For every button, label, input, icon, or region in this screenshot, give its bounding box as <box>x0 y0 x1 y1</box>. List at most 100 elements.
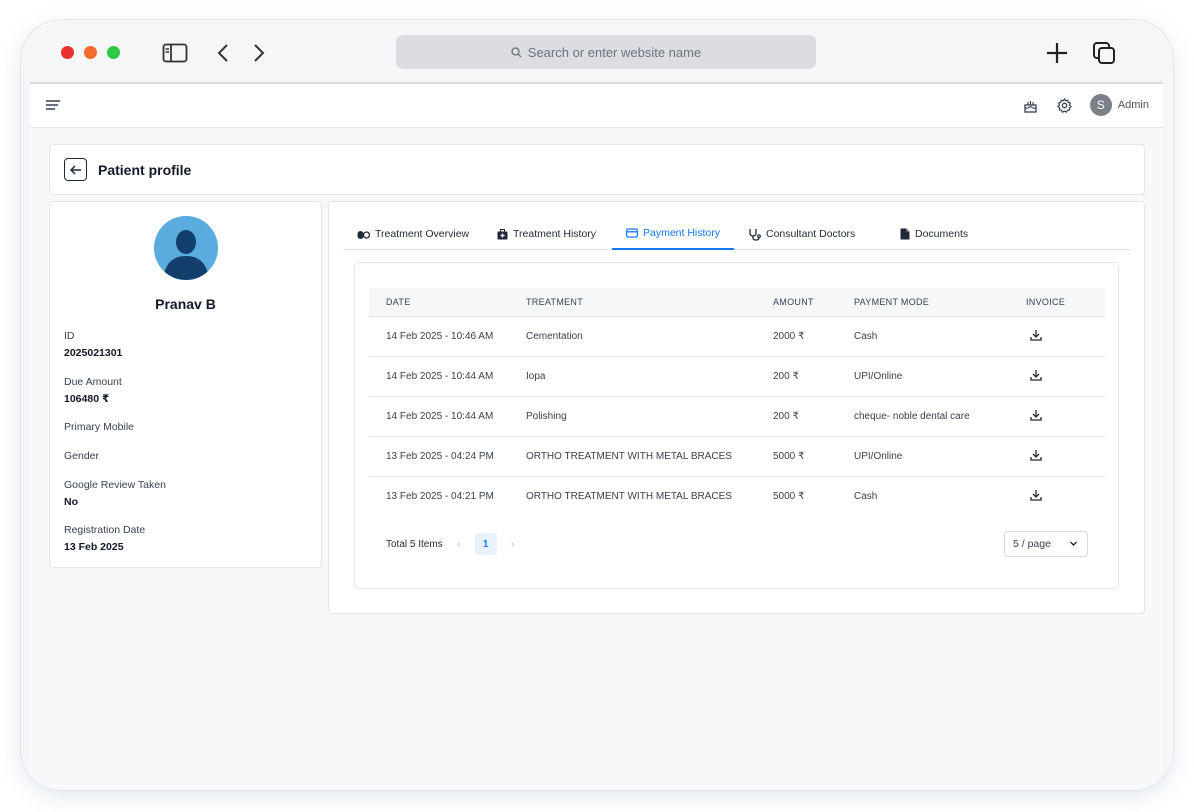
url-placeholder: Search or enter website name <box>527 44 702 60</box>
page-number-button[interactable]: 1 <box>474 533 497 555</box>
cell-date: 14 Feb 2025 - 10:44 AM <box>369 356 526 397</box>
browser-window: Search or enter website name S Admin Pat… <box>21 20 1173 790</box>
field-label: ID <box>64 330 75 342</box>
cell-invoice <box>1026 476 1105 516</box>
field-label: Registration Date <box>64 524 146 536</box>
payment-history-panel: DATE TREATMENT AMOUNT PAYMENT MODE INVOI… <box>354 262 1119 589</box>
medical-kit-icon <box>497 228 508 239</box>
field-due-amount: Due Amount 106480 ₹ <box>64 376 122 405</box>
table-row: 14 Feb 2025 - 10:44 AM Iopa 200 ₹ UPI/On… <box>369 356 1105 397</box>
pagination: Total 5 Items ‹ 1 › <box>386 533 523 555</box>
total-items-label: Total 5 Items <box>386 538 443 550</box>
payment-history-table: DATE TREATMENT AMOUNT PAYMENT MODE INVOI… <box>369 288 1105 516</box>
field-label: Primary Mobile <box>64 421 135 433</box>
download-icon[interactable] <box>1030 329 1042 344</box>
close-window-button[interactable] <box>61 46 74 59</box>
patient-profile-card: Pranav B ID 2025021301 Due Amount 106480… <box>49 201 322 568</box>
url-bar[interactable]: Search or enter website name <box>396 35 816 69</box>
column-header-payment-mode[interactable]: PAYMENT MODE <box>854 288 1026 317</box>
back-arrow-icon[interactable] <box>210 40 236 66</box>
credit-card-icon <box>626 228 638 238</box>
field-label: Google Review Taken <box>64 479 166 491</box>
tab-payment-history[interactable]: Payment History <box>612 218 735 250</box>
download-icon[interactable] <box>1030 369 1042 384</box>
cell-date: 14 Feb 2025 - 10:44 AM <box>369 396 526 437</box>
cell-invoice <box>1026 356 1105 397</box>
settings-gear-icon[interactable] <box>1054 94 1076 116</box>
table-row: 14 Feb 2025 - 10:46 AM Cementation 2000 … <box>369 316 1105 357</box>
column-header-amount[interactable]: AMOUNT <box>773 288 854 317</box>
tab-treatment-history[interactable]: Treatment History <box>483 218 610 250</box>
cell-amount: 200 ₹ <box>773 396 854 437</box>
app-viewport: S Admin Patient profile Pranav B ID 2025… <box>30 82 1163 790</box>
cell-treatment: Polishing <box>526 396 773 437</box>
cell-treatment: Iopa <box>526 356 773 397</box>
cell-treatment: Cementation <box>526 316 773 357</box>
user-role-label[interactable]: Admin <box>1118 99 1149 111</box>
cell-amount: 2000 ₹ <box>773 316 854 357</box>
user-avatar[interactable]: S <box>1089 94 1112 116</box>
patient-name: Pranav B <box>155 296 216 312</box>
field-value: 13 Feb 2025 <box>64 541 124 553</box>
tab-documents[interactable]: Documents <box>886 218 982 250</box>
field-label: Due Amount <box>64 376 122 388</box>
browser-chrome: Search or enter website name <box>21 20 1173 82</box>
sidebar-toggle-icon[interactable] <box>162 40 188 66</box>
patient-details-card: Treatment Overview Treatment History Pay… <box>328 201 1145 614</box>
forward-arrow-icon[interactable] <box>246 40 272 66</box>
column-header-invoice[interactable]: INVOICE <box>1026 288 1105 317</box>
field-id: ID 2025021301 <box>64 330 122 359</box>
maximize-window-button[interactable] <box>107 46 120 59</box>
table-row: 13 Feb 2025 - 04:21 PM ORTHO TREATMENT W… <box>369 476 1105 516</box>
cell-invoice <box>1026 436 1105 477</box>
tab-label: Treatment Overview <box>375 228 470 240</box>
page-size-select[interactable]: 5 / page <box>1004 531 1088 557</box>
menu-icon[interactable] <box>46 98 60 116</box>
cell-date: 13 Feb 2025 - 04:21 PM <box>386 490 494 502</box>
page-header: Patient profile <box>49 144 1145 195</box>
next-page-icon[interactable]: › <box>503 539 523 550</box>
stethoscope-icon <box>749 228 761 241</box>
tab-label: Payment History <box>643 227 721 239</box>
field-google-review: Google Review Taken No <box>64 479 166 508</box>
cell-date: 14 Feb 2025 - 10:46 AM <box>369 316 526 357</box>
tab-overview-icon[interactable] <box>1091 40 1117 66</box>
field-value: No <box>64 496 78 508</box>
cell-amount: 5000 ₹ <box>773 436 854 477</box>
page-size-value: 5 / page <box>1013 538 1051 550</box>
download-icon[interactable] <box>1030 409 1042 424</box>
tab-consultant-doctors[interactable]: Consultant Doctors <box>734 218 869 250</box>
cell-invoice <box>1026 316 1105 357</box>
cell-treatment: ORTHO TREATMENT WITH METAL BRACES <box>526 436 773 477</box>
column-header-treatment[interactable]: TREATMENT <box>526 288 773 317</box>
column-header-date[interactable]: DATE <box>369 288 526 317</box>
tab-bar: Treatment Overview Treatment History Pay… <box>343 218 1131 250</box>
tab-label: Documents <box>915 228 969 240</box>
cell-amount: 5000 ₹ <box>773 490 805 502</box>
tab-treatment-overview[interactable]: Treatment Overview <box>343 218 483 250</box>
field-value: 106480 ₹ <box>64 393 110 405</box>
minimize-window-button[interactable] <box>84 46 97 59</box>
cell-date: 13 Feb 2025 - 04:24 PM <box>369 436 526 477</box>
cell-payment-mode: cheque- noble dental care <box>854 396 1026 437</box>
tab-label: Treatment History <box>513 228 597 240</box>
tab-label: Consultant Doctors <box>766 228 856 240</box>
chevron-down-icon <box>1069 539 1078 551</box>
new-tab-icon[interactable] <box>1044 40 1070 66</box>
field-label: Gender <box>64 450 100 462</box>
cell-payment-mode: UPI/Online <box>854 436 1026 477</box>
download-icon[interactable] <box>1030 489 1042 504</box>
previous-page-icon[interactable]: ‹ <box>449 539 469 550</box>
cell-payment-mode: Cash <box>854 490 878 502</box>
pills-icon <box>357 230 370 239</box>
table-row: 13 Feb 2025 - 04:24 PM ORTHO TREATMENT W… <box>369 436 1105 477</box>
table-row: 14 Feb 2025 - 10:44 AM Polishing 200 ₹ c… <box>369 396 1105 437</box>
patient-avatar-icon <box>154 216 218 280</box>
cell-invoice <box>1026 396 1105 437</box>
back-button[interactable] <box>64 158 87 181</box>
page-title: Patient profile <box>98 161 192 178</box>
field-primary-mobile: Primary Mobile <box>64 421 134 433</box>
birthday-cake-icon[interactable] <box>1020 94 1042 116</box>
search-icon <box>511 46 522 57</box>
download-icon[interactable] <box>1030 449 1042 464</box>
